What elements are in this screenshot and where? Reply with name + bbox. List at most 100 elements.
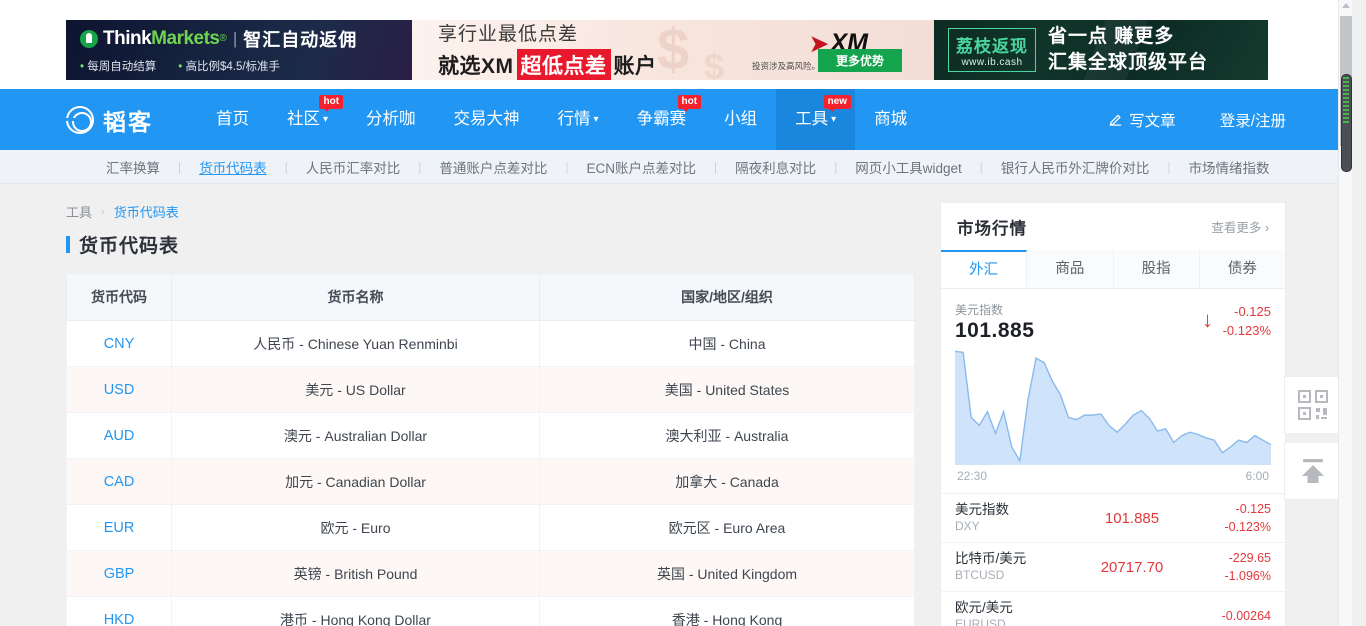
subnav-item-bank-fx[interactable]: 银行人民币外汇牌价对比 [983, 157, 1168, 177]
quote-change: -0.00264 [1189, 607, 1271, 625]
login-register-label: 登录/注册 [1219, 112, 1286, 130]
qrcode-button[interactable] [1284, 376, 1342, 434]
write-article-button[interactable]: 写文章 [1108, 109, 1176, 131]
subnav-label-4: ECN账户点差对比 [586, 161, 697, 176]
quote-symbol: DXY [955, 518, 980, 533]
cell-region: 加拿大 - Canada [539, 458, 915, 505]
nav-item-groups[interactable]: 小组 [705, 89, 776, 150]
subnav-label-2: 人民币汇率对比 [305, 161, 401, 176]
subnav-label-5: 隔夜利息对比 [735, 161, 817, 176]
tab-indices[interactable]: 股指 [1113, 250, 1200, 288]
subnav-item-sentiment[interactable]: 市场情绪指数 [1171, 157, 1288, 177]
breadcrumb-current[interactable]: 货币代码表 [114, 202, 179, 221]
axis-label-right: 6:00 [1245, 469, 1269, 483]
quote-name: 比特币/美元 [955, 550, 1027, 566]
main-navigation-bar: 韬客 首页 社区 ▾ hot 分析咖 交易大神 行情 ▾ 争霸赛 hot 小组 … [0, 89, 1352, 150]
quote-name: 美元指数 [955, 501, 1009, 517]
nav-item-quotes-label: 行情 [557, 110, 591, 128]
nav-item-community-label: 社区 [287, 110, 320, 128]
cell-name: 美元 - US Dollar [171, 366, 540, 413]
cell-code[interactable]: GBP [66, 550, 172, 597]
ad2-cta-button[interactable]: 更多优势 [817, 48, 902, 72]
scroll-up-arrow-icon[interactable] [1342, 3, 1350, 8]
quote-change-pct: -0.123% [1224, 520, 1271, 534]
ad-xm[interactable]: 享行业最低点差 就选XM 超低点差 账户 $ $ 投资涉及高风险。*条款与条例使… [412, 19, 934, 80]
breadcrumb: 工具 › 货币代码表 [66, 202, 918, 221]
list-item[interactable]: 欧元/美元 EURUSD -0.00264 [941, 592, 1285, 626]
subnav-item-rate-convert[interactable]: 汇率换算 [88, 157, 178, 177]
subnav-item-standard-spread[interactable]: 普通账户点差对比 [421, 157, 565, 177]
chart-axis-labels: 22:30 6:00 [955, 465, 1271, 493]
table-row: AUD 澳元 - Australian Dollar 澳大利亚 - Austra… [66, 412, 915, 459]
back-to-top-button[interactable] [1284, 442, 1342, 500]
subnav-label-1: 货币代码表 [199, 161, 267, 176]
nav-item-traders[interactable]: 交易大神 [435, 89, 539, 150]
nav-item-groups-label: 小组 [724, 110, 758, 128]
tab-commodities[interactable]: 商品 [1027, 250, 1114, 288]
nav-item-analysis[interactable]: 分析咖 [347, 89, 435, 150]
qrcode-icon [1298, 390, 1328, 420]
nav-right-actions: 写文章 登录/注册 [1108, 109, 1286, 131]
cell-code[interactable]: AUD [66, 412, 172, 459]
back-to-top-icon [1302, 459, 1324, 483]
subnav-item-widget[interactable]: 网页小工具widget [837, 157, 980, 177]
ad-lizhi[interactable]: 荔枝返现 www.ib.cash 省一点 赚更多 汇集全球顶级平台 [934, 19, 1268, 80]
nav-item-community[interactable]: 社区 ▾ hot [268, 89, 347, 150]
tab-bonds-label: 债券 [1227, 261, 1257, 277]
nav-item-home[interactable]: 首页 [197, 89, 268, 150]
tab-bonds[interactable]: 债券 [1199, 250, 1285, 288]
quote-name: 欧元/美元 [955, 599, 1013, 615]
chevron-down-icon: ▾ [593, 114, 599, 125]
view-more-link[interactable]: 查看更多 › [1211, 217, 1269, 236]
subnav-item-ecn-spread[interactable]: ECN账户点差对比 [569, 157, 715, 177]
list-item[interactable]: 比特币/美元 BTCUSD 20717.70 -229.65 -1.096% [941, 543, 1285, 592]
featured-change-pct: -0.123% [1222, 322, 1271, 338]
scrollbar-thumb[interactable] [1340, 74, 1352, 172]
tab-forex-label: 外汇 [969, 262, 999, 278]
table-header-name: 货币名称 [171, 273, 540, 321]
cell-code[interactable]: CNY [66, 320, 172, 367]
nav-item-store[interactable]: 商城 [855, 89, 926, 150]
cell-code[interactable]: USD [66, 366, 172, 413]
tab-forex[interactable]: 外汇 [941, 250, 1028, 288]
cell-code[interactable]: EUR [66, 504, 172, 551]
list-item[interactable]: 美元指数 DXY 101.885 -0.125 -0.123% [941, 494, 1285, 543]
breadcrumb-parent[interactable]: 工具 [66, 202, 92, 221]
table-row: CNY 人民币 - Chinese Yuan Renminbi 中国 - Chi… [66, 320, 915, 367]
nav-item-tools[interactable]: 工具 ▾ new [776, 89, 856, 150]
quote-price: 101.885 [1104, 509, 1160, 527]
quote-change: -0.125 -0.123% [1189, 500, 1271, 536]
subnav-label-8: 市场情绪指数 [1188, 161, 1270, 176]
nav-item-traders-label: 交易大神 [453, 110, 520, 128]
subnav-label-0: 汇率换算 [106, 161, 160, 176]
cell-region: 英国 - United Kingdom [539, 550, 915, 597]
cell-name: 欧元 - Euro [171, 504, 540, 551]
window-scrollbar[interactable] [1338, 0, 1352, 626]
ad1-brand-think: Think [103, 27, 152, 49]
ad1-brand-markets: Markets [151, 27, 220, 49]
site-logo[interactable]: 韬客 [65, 103, 153, 137]
subnav-item-currency-codes[interactable]: 货币代码表 [181, 157, 285, 177]
ad3-brand-cn: 荔枝返现 [956, 36, 1028, 56]
cell-region: 中国 - China [539, 320, 915, 367]
down-arrow-icon: ↓ [1202, 307, 1213, 332]
featured-quote-change: -0.125 -0.123% [1223, 303, 1271, 341]
cell-code[interactable]: HKD [66, 596, 172, 626]
pencil-icon [1109, 114, 1122, 126]
cell-code[interactable]: CAD [66, 458, 172, 505]
subnav-label-3: 普通账户点差对比 [439, 161, 548, 176]
table-row: CAD 加元 - Canadian Dollar 加拿大 - Canada [66, 458, 915, 505]
ad-thinkmarkets[interactable]: ThinkMarkets® | 智汇自动返佣 每周自动结算 高比例$4.5/标准… [66, 19, 412, 80]
ad1-bullet-1: 每周自动结算 [80, 58, 156, 74]
subnav-item-swap[interactable]: 隔夜利息对比 [717, 157, 834, 177]
login-register-button[interactable]: 登录/注册 [1220, 109, 1286, 131]
nav-item-contest[interactable]: 争霸赛 hot [618, 89, 706, 150]
dollar-sign-icon-small: $ [704, 45, 725, 80]
ad2-line2-prefix: 就选XM [438, 54, 514, 78]
ad2-line2-suffix: 账户 [613, 54, 657, 78]
nav-item-quotes[interactable]: 行情 ▾ [539, 89, 618, 150]
main-column: 工具 › 货币代码表 货币代码表 货币代码 货币名称 国家/地区/组织 CNY … [66, 202, 918, 626]
subnav-item-cny-compare[interactable]: 人民币汇率对比 [288, 157, 419, 177]
cell-region: 澳大利亚 - Australia [539, 412, 915, 459]
table-row: HKD 港币 - Hong Kong Dollar 香港 - Hong Kong [66, 596, 915, 626]
